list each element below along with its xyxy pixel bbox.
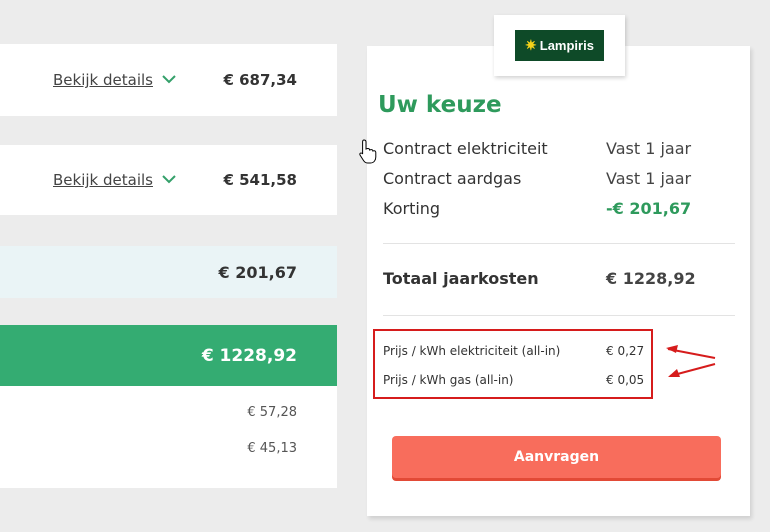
chevron-down-icon[interactable] xyxy=(162,72,176,88)
extra-costs: € 57,28 € 45,13 xyxy=(0,386,337,488)
annotation-arrows-icon xyxy=(666,345,716,377)
cost-amount: € 541,58 xyxy=(223,171,297,189)
price-gas-value: € 0,05 xyxy=(606,373,645,387)
total-row: € 1228,92 xyxy=(0,325,337,386)
price-electricity-value: € 0,27 xyxy=(606,344,645,358)
cost-row: Bekijk details € 687,34 xyxy=(0,44,337,116)
request-button[interactable]: Aanvragen xyxy=(392,436,721,478)
view-details-link[interactable]: Bekijk details xyxy=(53,71,153,89)
extra-cost-amount: € 45,13 xyxy=(247,441,297,456)
total-value: € 1228,92 xyxy=(606,269,696,288)
cost-amount: € 687,34 xyxy=(223,71,297,89)
discount-row: € 201,67 xyxy=(0,246,337,298)
view-details-link[interactable]: Bekijk details xyxy=(53,171,153,189)
discount-value: -€ 201,67 xyxy=(606,199,692,218)
divider xyxy=(383,315,735,316)
hand-cursor-icon xyxy=(359,139,377,164)
discount-amount: € 201,67 xyxy=(218,262,297,282)
provider-logo: ✷ Lampiris xyxy=(515,30,604,61)
provider-logo-card: ✷ Lampiris xyxy=(494,15,625,76)
discount-label: Korting xyxy=(383,199,441,218)
total-label: Totaal jaarkosten xyxy=(383,269,539,288)
price-highlight-box xyxy=(373,329,653,399)
contract-gas-label: Contract aardgas xyxy=(383,169,522,188)
contract-gas-value: Vast 1 jaar xyxy=(606,169,692,188)
divider xyxy=(383,243,735,244)
price-electricity-label: Prijs / kWh elektriciteit (all-in) xyxy=(383,344,561,358)
contract-electricity-value: Vast 1 jaar xyxy=(606,139,692,158)
price-gas-label: Prijs / kWh gas (all-in) xyxy=(383,373,514,387)
contract-electricity-label: Contract elektriciteit xyxy=(383,139,548,158)
summary-title: Uw keuze xyxy=(378,92,502,118)
extra-cost-amount: € 57,28 xyxy=(247,405,297,420)
chevron-down-icon[interactable] xyxy=(162,172,176,188)
sun-icon: ✷ xyxy=(525,37,537,53)
total-amount: € 1228,92 xyxy=(201,345,297,366)
cost-row: Bekijk details € 541,58 xyxy=(0,145,337,215)
